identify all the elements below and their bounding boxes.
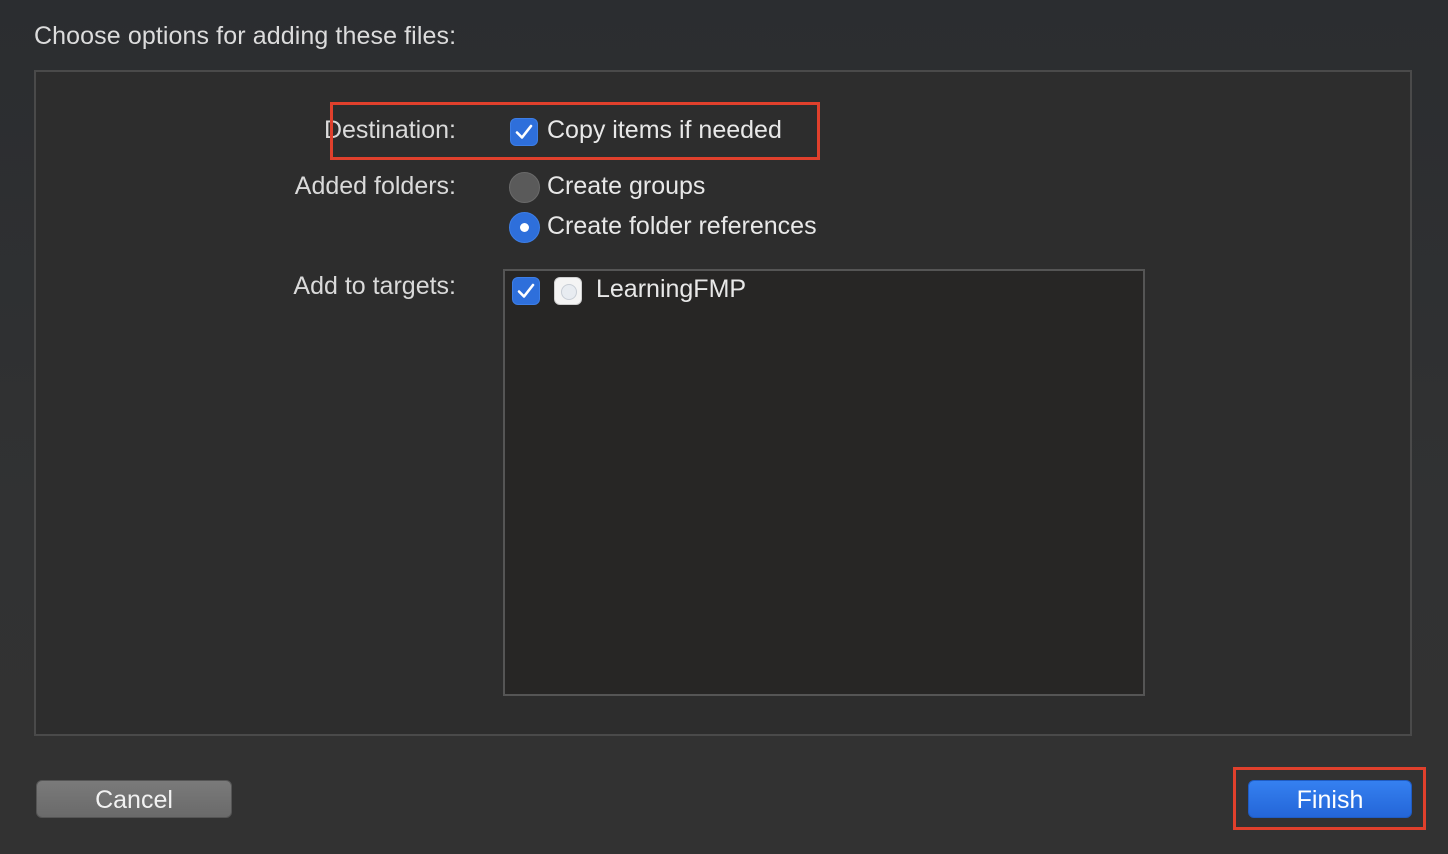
destination-highlight-box: [330, 102, 820, 160]
app-target-icon: [554, 277, 582, 305]
checkmark-icon: [517, 283, 535, 298]
finish-button[interactable]: Finish: [1248, 780, 1412, 818]
dialog-heading: Choose options for adding these files:: [34, 22, 457, 50]
target-checkbox[interactable]: [512, 277, 540, 305]
target-name: LearningFMP: [596, 275, 747, 303]
create-groups-radio[interactable]: [509, 172, 540, 203]
create-folder-references-radio[interactable]: [509, 212, 540, 243]
create-folder-references-label[interactable]: Create folder references: [547, 212, 817, 241]
add-to-targets-label: Add to targets:: [293, 272, 456, 300]
cancel-button[interactable]: Cancel: [36, 780, 232, 818]
options-panel: Destination: Copy items if needed Added …: [34, 70, 1412, 736]
targets-list[interactable]: LearningFMP: [503, 269, 1145, 696]
added-folders-label: Added folders:: [294, 172, 456, 200]
create-groups-label[interactable]: Create groups: [547, 172, 705, 201]
